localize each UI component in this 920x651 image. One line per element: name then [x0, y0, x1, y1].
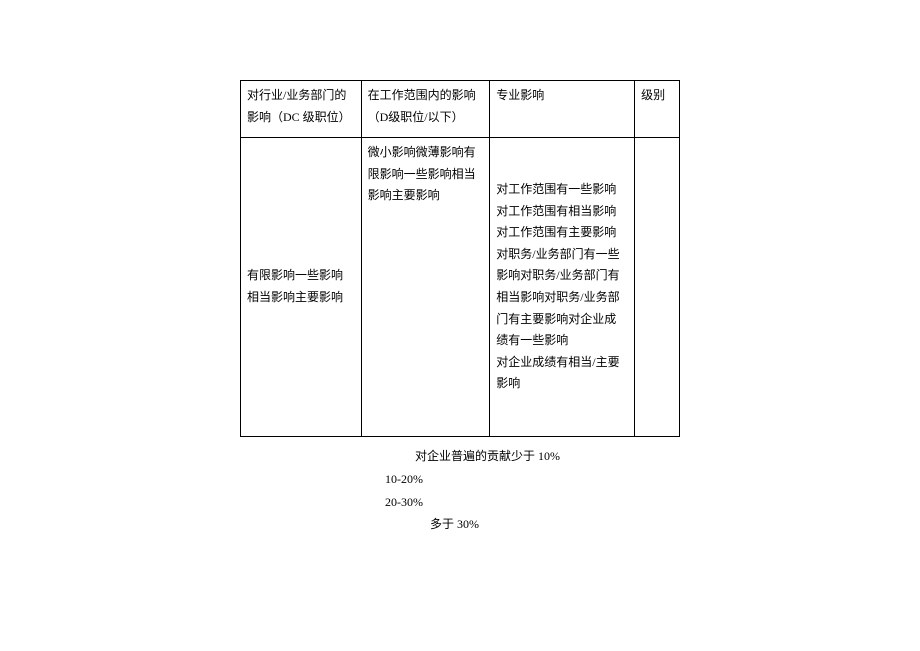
body-col-level [635, 138, 680, 437]
impact-table: 对行业/业务部门的影响（DC 级职位） 在工作范围内的影响（D级职位/以下） 专… [240, 80, 680, 437]
footer-line-4: 多于 30% [240, 513, 680, 536]
footer-line-1: 对企业普遍的贡献少于 10% [240, 445, 680, 468]
footer-line-2: 10-20% [240, 468, 680, 491]
body-col-industry: 有限影响一些影响相当影响主要影响 [241, 138, 362, 437]
header-col-industry: 对行业/业务部门的影响（DC 级职位） [241, 81, 362, 138]
body-col-professional: 对工作范围有一些影响对工作范围有相当影响对工作范围有主要影响对职务/业务部门有一… [490, 138, 635, 437]
table-body-row: 有限影响一些影响相当影响主要影响 微小影响微薄影响有限影响一些影响相当影响主要影… [241, 138, 680, 437]
header-col-level: 级别 [635, 81, 680, 138]
header-col-scope: 在工作范围内的影响（D级职位/以下） [361, 81, 490, 138]
table-header-row: 对行业/业务部门的影响（DC 级职位） 在工作范围内的影响（D级职位/以下） 专… [241, 81, 680, 138]
footer-line-3: 20-30% [240, 491, 680, 514]
footer-text: 对企业普遍的贡献少于 10% 10-20% 20-30% 多于 30% [240, 445, 680, 536]
header-col-professional: 专业影响 [490, 81, 635, 138]
body-col-scope: 微小影响微薄影响有限影响一些影响相当影响主要影响 [361, 138, 490, 437]
